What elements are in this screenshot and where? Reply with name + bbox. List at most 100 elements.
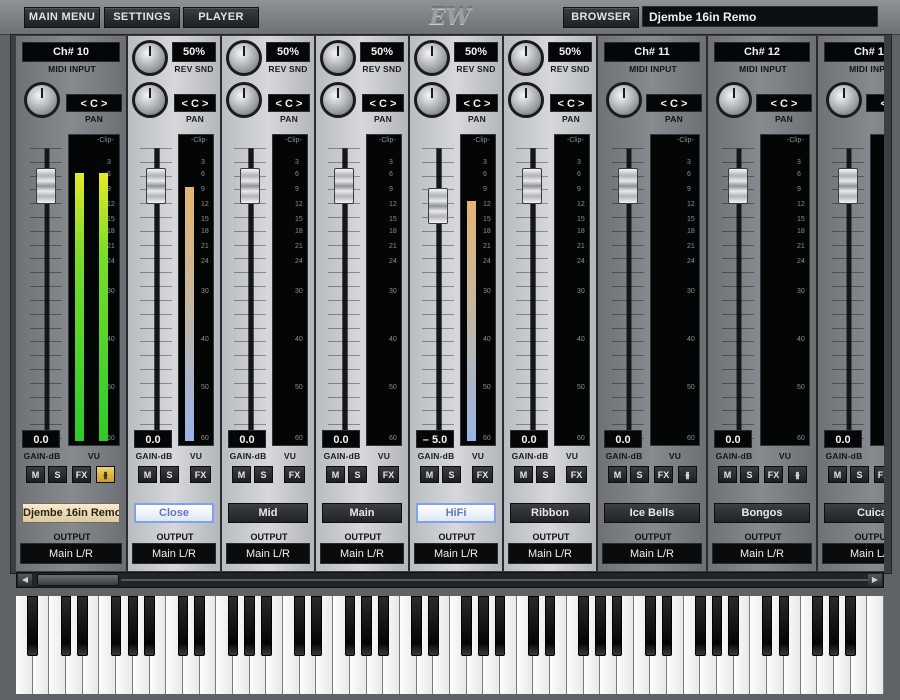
output-select[interactable]: Main L/R	[226, 543, 310, 564]
black-key[interactable]	[845, 596, 856, 656]
black-key[interactable]	[461, 596, 473, 656]
fx-button[interactable]: FX	[566, 466, 587, 483]
solo-button[interactable]: S	[536, 466, 555, 483]
channel-name-button[interactable]: Main	[322, 503, 402, 523]
mute-button[interactable]: M	[326, 466, 345, 483]
pan-knob-icon[interactable]	[24, 82, 60, 118]
output-select[interactable]: Main L/R	[602, 543, 702, 564]
mute-button[interactable]: M	[608, 466, 627, 483]
black-key[interactable]	[294, 596, 306, 656]
black-key[interactable]	[494, 596, 506, 656]
black-key[interactable]	[578, 596, 589, 656]
eq-button[interactable]: ⫵	[96, 466, 115, 483]
black-key[interactable]	[361, 596, 372, 656]
black-key[interactable]	[194, 596, 205, 656]
pan-knob-icon[interactable]	[606, 82, 642, 118]
black-key[interactable]	[695, 596, 706, 656]
fx-button[interactable]: FX	[764, 466, 783, 483]
midi-channel-display[interactable]: Ch# 10	[22, 42, 120, 62]
solo-button[interactable]: S	[160, 466, 179, 483]
black-key[interactable]	[711, 596, 723, 656]
black-key[interactable]	[411, 596, 422, 656]
black-key[interactable]	[244, 596, 256, 656]
black-key[interactable]	[377, 596, 389, 656]
fx-button[interactable]: FX	[378, 466, 399, 483]
pan-knob-icon[interactable]	[826, 82, 862, 118]
reverb-send-knob-icon[interactable]	[320, 40, 356, 76]
volume-fader-handle[interactable]	[728, 168, 748, 204]
reverb-send-knob-icon[interactable]	[132, 40, 168, 76]
reverb-send-knob-icon[interactable]	[226, 40, 262, 76]
black-key[interactable]	[261, 596, 272, 656]
output-select[interactable]: Main L/R	[822, 543, 884, 564]
black-key[interactable]	[761, 596, 773, 656]
scroll-left-arrow-icon[interactable]: ◀	[18, 574, 32, 586]
channel-name-button[interactable]: HiFi	[416, 503, 496, 523]
reverb-send-knob-icon[interactable]	[508, 40, 544, 76]
output-select[interactable]: Main L/R	[320, 543, 404, 564]
midi-channel-display[interactable]: Ch# 12	[714, 42, 810, 62]
pan-knob-icon[interactable]	[226, 82, 262, 118]
mute-button[interactable]: M	[420, 466, 439, 483]
pan-knob-icon[interactable]	[414, 82, 450, 118]
eq-button[interactable]: ⫵	[788, 466, 807, 483]
black-key[interactable]	[110, 596, 122, 656]
mute-button[interactable]: M	[514, 466, 533, 483]
black-key[interactable]	[478, 596, 489, 656]
fx-button[interactable]: FX	[874, 466, 884, 483]
black-key[interactable]	[177, 596, 189, 656]
solo-button[interactable]: S	[740, 466, 759, 483]
black-key[interactable]	[728, 596, 740, 656]
channel-name-button[interactable]: Ribbon	[510, 503, 590, 523]
reverb-send-knob-icon[interactable]	[414, 40, 450, 76]
piano-keyboard[interactable]	[16, 596, 884, 694]
white-key[interactable]	[867, 596, 884, 694]
output-select[interactable]: Main L/R	[20, 543, 122, 564]
black-key[interactable]	[544, 596, 556, 656]
mute-button[interactable]: M	[232, 466, 251, 483]
black-key[interactable]	[644, 596, 656, 656]
midi-channel-display[interactable]: Ch# 11	[604, 42, 700, 62]
volume-fader-handle[interactable]	[838, 168, 858, 204]
pan-knob-icon[interactable]	[320, 82, 356, 118]
pan-knob-icon[interactable]	[508, 82, 544, 118]
volume-fader-handle[interactable]	[428, 188, 448, 224]
channel-name-button[interactable]: Djembe 16in Remo	[22, 503, 120, 523]
black-key[interactable]	[778, 596, 790, 656]
black-key[interactable]	[427, 596, 439, 656]
solo-button[interactable]: S	[442, 466, 461, 483]
black-key[interactable]	[828, 596, 840, 656]
output-select[interactable]: Main L/R	[508, 543, 592, 564]
mute-button[interactable]: M	[138, 466, 157, 483]
player-button[interactable]: PLAYER	[183, 7, 259, 28]
main-menu-button[interactable]: MAIN MENU	[24, 7, 100, 28]
solo-button[interactable]: S	[630, 466, 649, 483]
midi-channel-display[interactable]: Ch# 13	[824, 42, 884, 62]
eq-button[interactable]: ⫵	[678, 466, 697, 483]
solo-button[interactable]: S	[254, 466, 273, 483]
fx-button[interactable]: FX	[472, 466, 493, 483]
scroll-right-arrow-icon[interactable]: ▶	[868, 574, 882, 586]
volume-fader-handle[interactable]	[618, 168, 638, 204]
fx-button[interactable]: FX	[72, 466, 91, 483]
channel-name-button[interactable]: Close	[134, 503, 214, 523]
volume-fader-handle[interactable]	[36, 168, 56, 204]
volume-fader-handle[interactable]	[146, 168, 166, 204]
mute-button[interactable]: M	[718, 466, 737, 483]
black-key[interactable]	[77, 596, 89, 656]
mute-button[interactable]: M	[26, 466, 45, 483]
output-select[interactable]: Main L/R	[712, 543, 812, 564]
pan-knob-icon[interactable]	[716, 82, 752, 118]
channel-name-button[interactable]: Ice Bells	[604, 503, 700, 523]
black-key[interactable]	[611, 596, 623, 656]
black-key[interactable]	[594, 596, 606, 656]
black-key[interactable]	[144, 596, 155, 656]
solo-button[interactable]: S	[48, 466, 67, 483]
black-key[interactable]	[311, 596, 322, 656]
browser-button[interactable]: BROWSER	[563, 7, 639, 28]
scroll-thumb[interactable]	[37, 574, 119, 586]
black-key[interactable]	[227, 596, 239, 656]
volume-fader-handle[interactable]	[240, 168, 260, 204]
black-key[interactable]	[27, 596, 39, 656]
preset-name-field[interactable]: Djembe 16in Remo	[642, 6, 878, 27]
